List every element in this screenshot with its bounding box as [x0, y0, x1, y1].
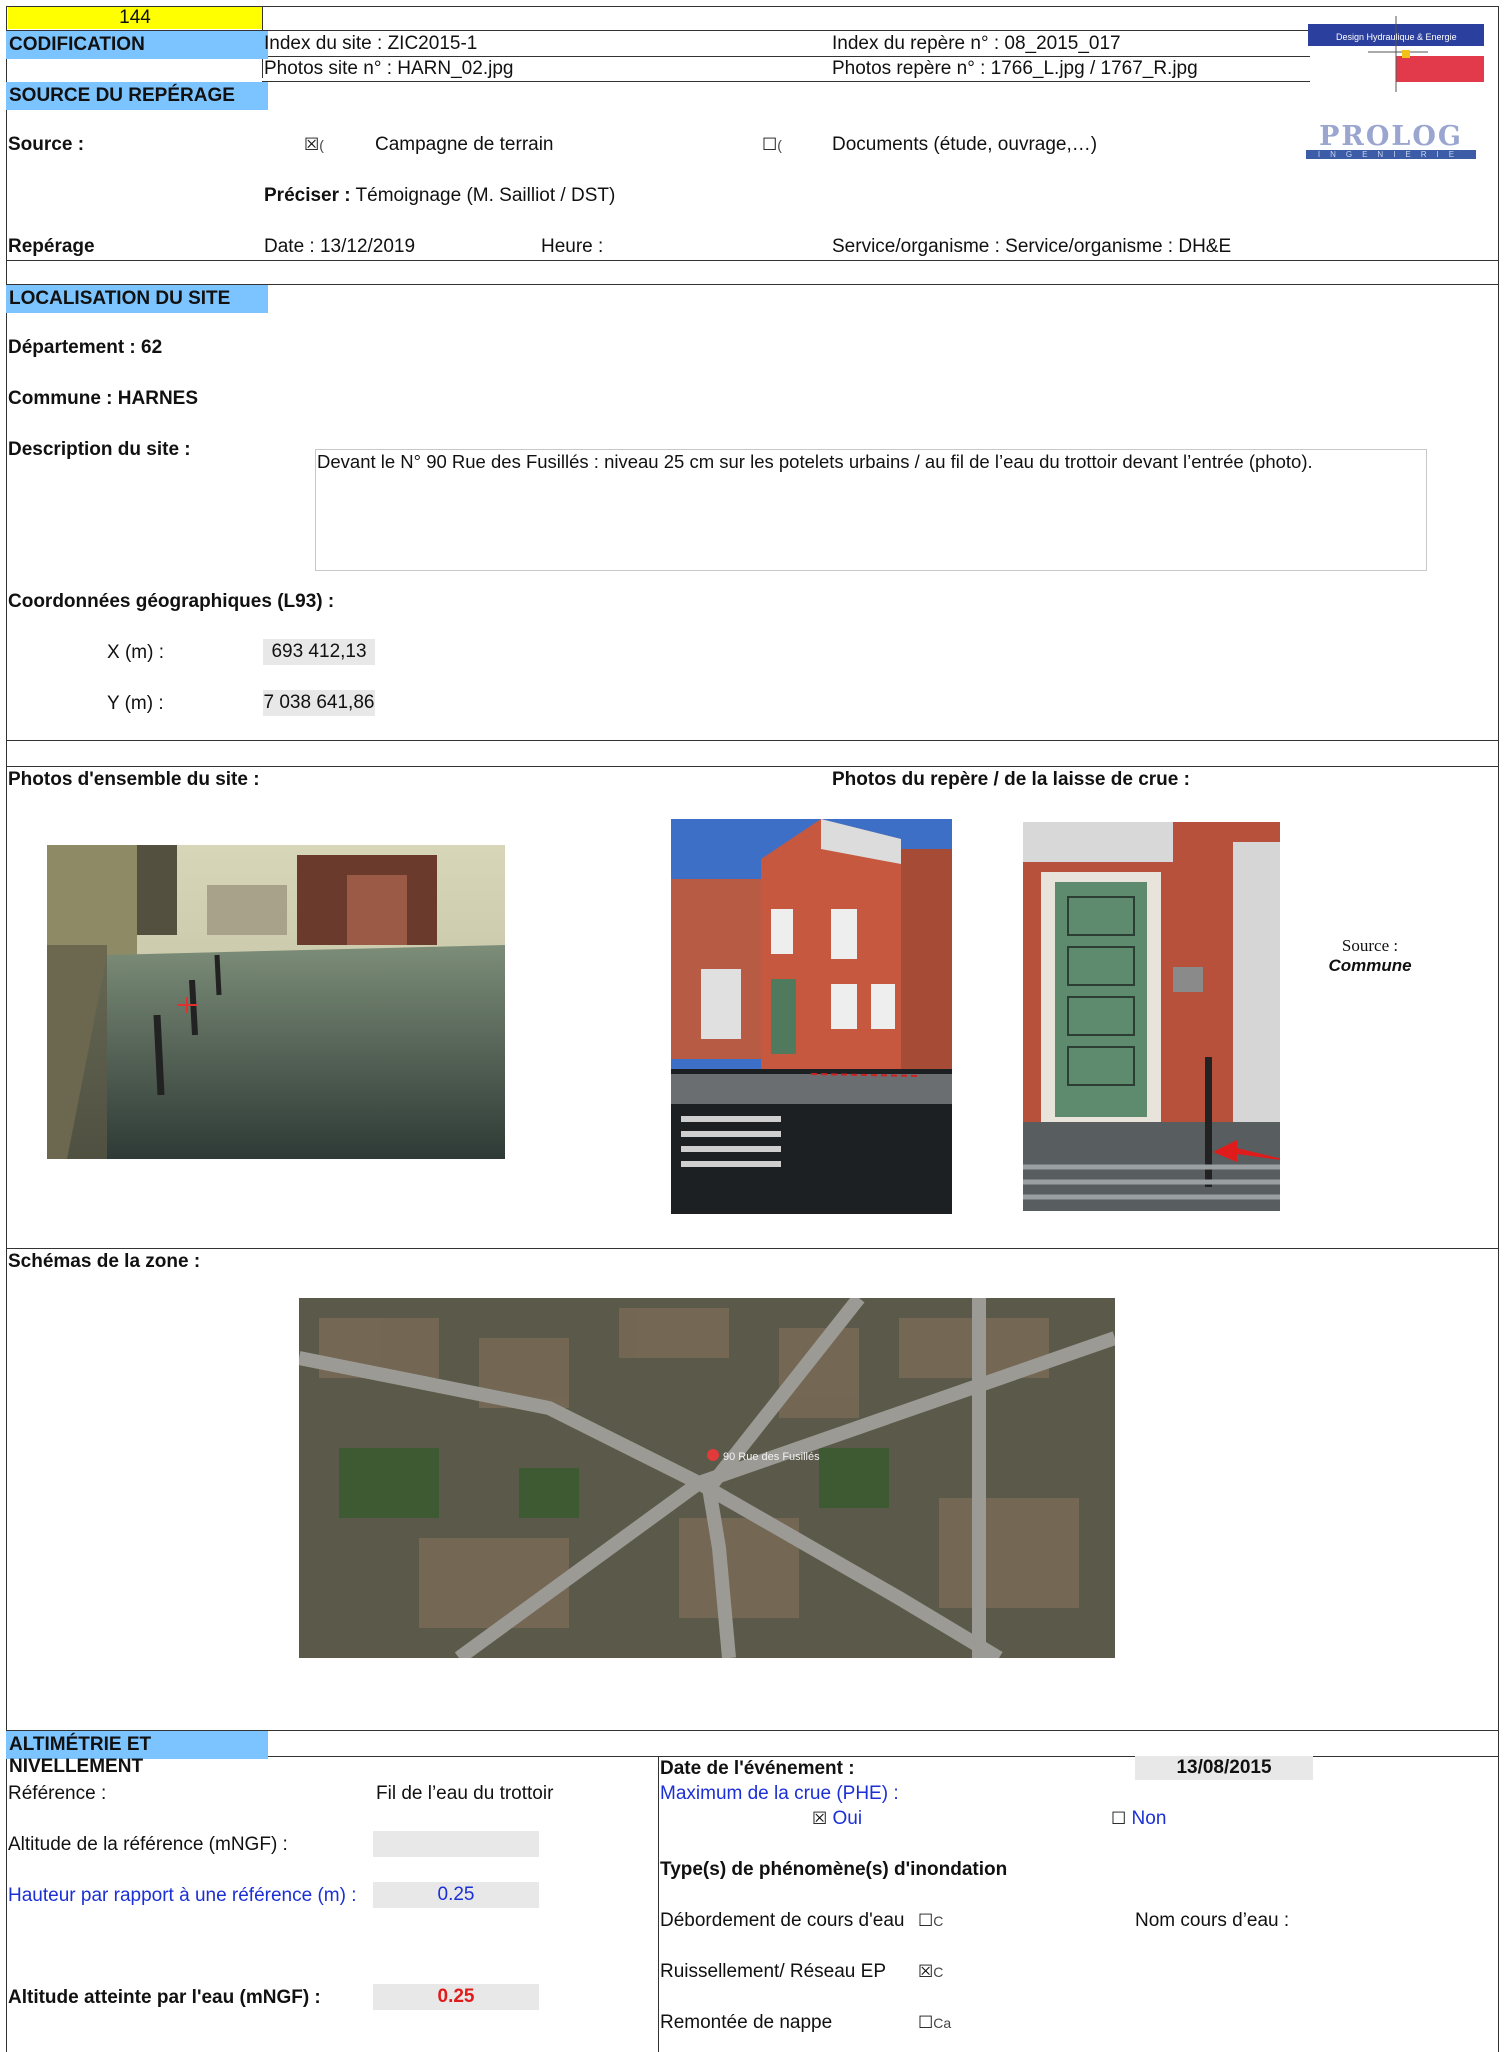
repere-photo-house	[671, 819, 952, 1214]
line-photos-top	[6, 766, 1498, 767]
phe-oui-box: ☒	[812, 1809, 828, 1828]
photo-source-value: Commune	[1328, 956, 1412, 975]
phe-non-box: ☐	[1111, 1809, 1127, 1828]
source-documents-checkbox[interactable]: ☐(	[762, 134, 782, 156]
line-codif-3	[262, 81, 1310, 82]
hauteur-value: 0.25	[373, 1882, 539, 1908]
aerial-map: 90 Rue des Fusillés	[299, 1298, 1115, 1658]
top-number: 144	[8, 7, 262, 29]
x-value: 693 412,13	[263, 639, 375, 665]
reperage-label: Repérage	[8, 236, 95, 257]
phe-oui-label: Oui	[832, 1808, 863, 1829]
debordement-label: Débordement de cours d'eau	[660, 1910, 905, 1931]
frame-right	[1498, 6, 1499, 2052]
site-overview-photo	[47, 845, 505, 1159]
alt-atteinte-label: Altitude atteinte par l'eau (mNGF) :	[8, 1987, 321, 2008]
date-event-value: 13/08/2015	[1135, 1756, 1313, 1780]
preciser-label: Préciser :	[264, 185, 351, 206]
photo-source-label: Source :	[1341, 936, 1399, 955]
source-campagne-cut: (	[319, 137, 324, 153]
alt-ref-label: Altitude de la référence (mNGF) :	[8, 1834, 288, 1855]
description-label: Description du site :	[8, 439, 191, 460]
dhe-logo-text: Design Hydraulique & Energie	[1336, 32, 1457, 42]
source-campagne-label: Campagne de terrain	[375, 134, 554, 155]
reference-label: Référence :	[8, 1783, 107, 1804]
phe-non-label: Non	[1131, 1808, 1167, 1829]
preciser-value: Témoignage (M. Sailliot / DST)	[350, 185, 616, 206]
types-label: Type(s) de phénomène(s) d'inondation	[660, 1859, 1008, 1880]
photos-ensemble-label: Photos d'ensemble du site :	[8, 769, 260, 790]
description-text: Devant le N° 90 Rue des Fusillés : nivea…	[317, 451, 1313, 472]
photo-source: Source : Commune	[1300, 936, 1440, 976]
debordement-cut: C	[933, 1913, 944, 1929]
source-campagne-checkbox[interactable]: ☒(	[304, 134, 324, 156]
altimetrie-section-title: ALTIMÉTRIE ET NIVELLEMENT	[6, 1731, 268, 1777]
preciser: Préciser : Témoignage (M. Sailliot / DST…	[264, 185, 615, 207]
prolog-logo-sub: INGENIERIE	[1306, 150, 1476, 159]
ruissellement-box: ☒	[918, 1962, 934, 1981]
ruissellement-checkbox[interactable]: ☒C	[918, 1961, 943, 1983]
nom-cours-label: Nom cours d’eau :	[1135, 1910, 1290, 1931]
source-documents-box: ☐	[762, 135, 778, 154]
reference-value: Fil de l’eau du trottoir	[376, 1783, 554, 1804]
prolog-logo-text: PROLOG	[1319, 121, 1463, 152]
ruissellement-cut: C	[933, 1964, 944, 1980]
ruissellement-label: Ruissellement/ Réseau EP	[660, 1961, 886, 1982]
description-box: Devant le N° 90 Rue des Fusillés : nivea…	[315, 449, 1427, 571]
repere-photo-door	[1023, 822, 1280, 1211]
y-value: 7 038 641,86	[263, 690, 375, 716]
departement: Département : 62	[8, 337, 163, 358]
map-pin-label: 90 Rue des Fusillés	[723, 1451, 820, 1463]
coords-label: Coordonnées géographiques (L93) :	[8, 591, 335, 612]
nappe-cut: Ca	[933, 2015, 952, 2031]
repere-index: Index du repère n° : 08_2015_017	[832, 33, 1121, 54]
x-label: X (m) :	[107, 642, 164, 663]
site-photos: Photos site n° : HARN_02.jpg	[264, 58, 514, 79]
schemas-label: Schémas de la zone :	[8, 1251, 201, 1272]
alt-ref-value	[373, 1831, 539, 1857]
prolog-logo: PROLOG INGENIERIE	[1306, 121, 1476, 159]
hauteur-label: Hauteur par rapport à une référence (m) …	[8, 1885, 357, 1906]
source-documents-cut: (	[777, 137, 782, 153]
commune: Commune : HARNES	[8, 388, 199, 409]
date-event-label: Date de l'événement :	[660, 1758, 855, 1779]
nappe-label: Remontée de nappe	[660, 2012, 833, 2033]
source-section-title: SOURCE DU REPÉRAGE	[6, 82, 268, 110]
nappe-box: ☐	[918, 2013, 934, 2032]
photos-repere-label: Photos du repère / de la laisse de crue …	[832, 769, 1190, 790]
alt-atteinte-value: 0.25	[373, 1984, 539, 2010]
reperage-heure: Heure :	[541, 236, 604, 257]
source-campagne-box: ☒	[304, 135, 320, 154]
nappe-checkbox[interactable]: ☐Ca	[918, 2012, 951, 2034]
reperage-date: Date : 13/12/2019	[264, 236, 416, 257]
source-documents-label: Documents (étude, ouvrage,…)	[832, 134, 1098, 155]
debordement-checkbox[interactable]: ☐C	[918, 1910, 943, 1932]
source-label: Source :	[8, 134, 85, 155]
line-schemas-top	[6, 1248, 1498, 1249]
line-loc-bottom	[6, 740, 1498, 741]
dhe-logo: Design Hydraulique & Energie	[1308, 16, 1484, 96]
reperage-service: Service/organisme : Service/organisme : …	[832, 236, 1232, 257]
phe-non-checkbox[interactable]: ☐ Non	[1111, 1808, 1166, 1830]
phe-label: Maximum de la crue (PHE) :	[660, 1783, 899, 1804]
localisation-section-title: LOCALISATION DU SITE	[6, 285, 268, 313]
alti-divider	[658, 1756, 659, 2052]
codification-label: CODIFICATION	[6, 31, 268, 59]
site-index: Index du site : ZIC2015-1	[264, 33, 478, 54]
phe-oui-checkbox[interactable]: ☒ Oui	[812, 1808, 862, 1830]
line-reperage	[6, 260, 1498, 261]
y-label: Y (m) :	[107, 693, 164, 714]
debordement-box: ☐	[918, 1911, 934, 1930]
repere-photos: Photos repère n° : 1766_L.jpg / 1767_R.j…	[832, 58, 1198, 79]
